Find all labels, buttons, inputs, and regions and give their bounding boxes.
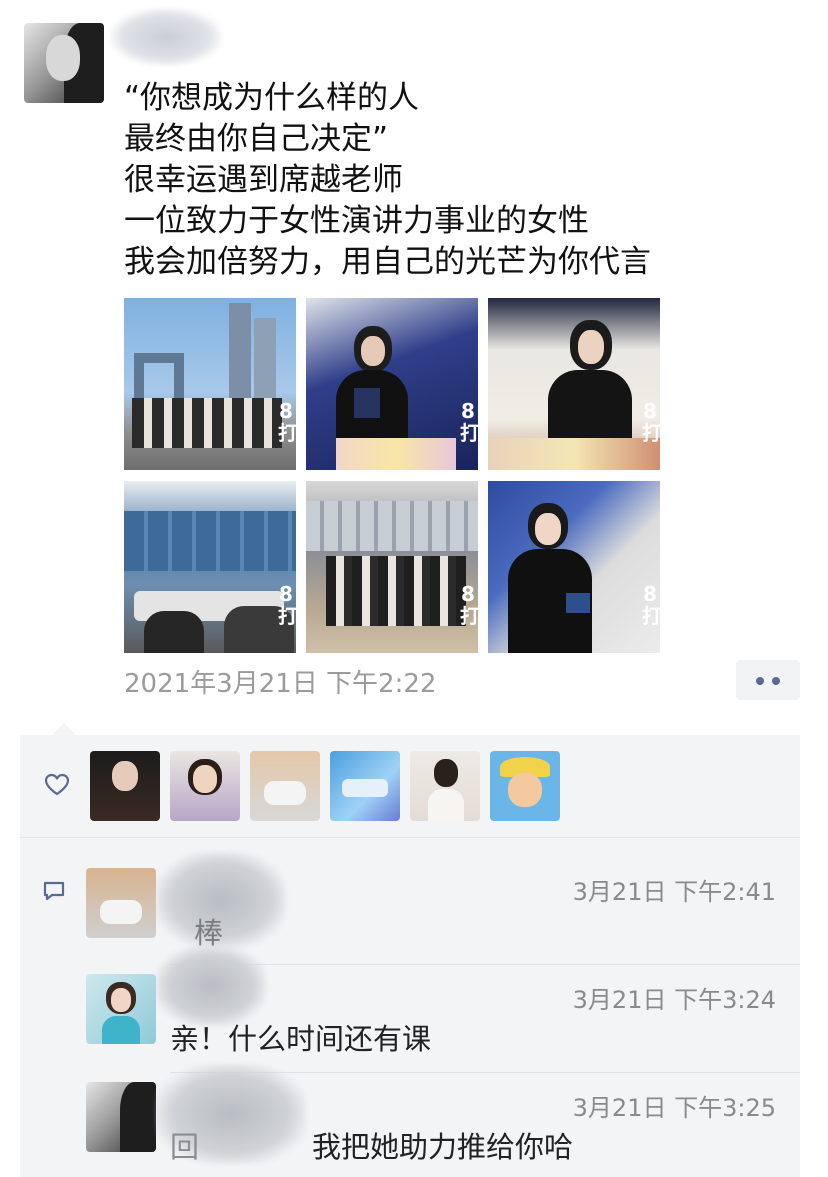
watermark-tag: 8 打	[642, 399, 660, 445]
book-shape	[354, 388, 380, 418]
comment-icon	[43, 881, 65, 901]
woman-presenting-photo[interactable]: 8 打	[306, 298, 478, 470]
comment-item[interactable]: 3月21日 下午3:25 回 我把她助力推给你哈	[86, 1064, 800, 1177]
heart-icon	[44, 773, 70, 796]
comment-item[interactable]: 3月21日 下午3:24 亲！什么时间还有课	[86, 946, 800, 1074]
commenter-avatar[interactable]	[86, 868, 156, 938]
watermark-tag: 8 打	[460, 399, 478, 445]
post-text-line: 最终由你自己决定”	[124, 121, 389, 157]
post-text-line: “你想成为什么样的人	[124, 80, 420, 116]
meeting-room-photo[interactable]: 8 打	[124, 481, 296, 653]
like-avatar-3[interactable]	[250, 751, 320, 821]
avatar-hair	[120, 1082, 156, 1152]
avatar-mask	[100, 900, 142, 924]
avatar-body	[428, 789, 464, 821]
watermark-tag: 8 打	[460, 582, 478, 628]
comment-time: 3月21日 下午3:24	[572, 986, 776, 1014]
table-shape	[488, 438, 660, 470]
windows-shape	[306, 501, 478, 551]
avatar-face	[111, 988, 131, 1012]
more-dot-icon	[756, 677, 764, 685]
people-row-shape	[326, 556, 466, 626]
avatar-face	[193, 765, 217, 793]
windows-shape	[124, 511, 296, 571]
commenter-avatar[interactable]	[86, 1082, 156, 1152]
avatar-graphic	[342, 779, 388, 797]
like-avatar-1[interactable]	[90, 751, 160, 821]
post-text-line: 一位致力于女性演讲力事业的女性	[124, 203, 589, 239]
person-body-shape	[548, 370, 632, 445]
commenter-name-redacted	[156, 946, 266, 1026]
avatar-hair	[434, 759, 458, 787]
avatar-face	[508, 773, 542, 807]
comment-time: 3月21日 下午3:25	[572, 1094, 776, 1122]
comment-text-partial: 回	[170, 1130, 200, 1164]
watermark-tag: 8 打	[278, 399, 296, 445]
likes-panel	[20, 735, 800, 837]
watermark-tag: 8 打	[278, 582, 296, 628]
panel-arrow	[52, 723, 76, 735]
person-face-shape	[578, 330, 604, 364]
post-text-line: 很幸运遇到席越老师	[124, 162, 403, 198]
more-actions-button[interactable]	[736, 660, 800, 700]
avatar-face	[46, 35, 80, 81]
author-name-redacted	[110, 8, 222, 66]
comment-text: 亲！什么时间还有课	[170, 1022, 432, 1056]
like-avatar-2[interactable]	[170, 751, 240, 821]
avatar-body	[102, 1016, 140, 1044]
commenter-avatar[interactable]	[86, 974, 156, 1044]
like-avatar-4[interactable]	[330, 751, 400, 821]
flowers-shape	[336, 438, 456, 470]
comments-panel: 3月21日 下午2:41 棒 3月21日 下午3:24 亲！什么时间还有课 3月…	[20, 838, 800, 1177]
avatar-face	[112, 761, 138, 791]
audience-applauding-photo[interactable]: 8 打	[488, 298, 660, 470]
post-text-line: 我会加倍努力，用自己的光芒为你代言	[124, 244, 651, 280]
avatar-mask	[264, 781, 306, 805]
person-face-shape	[361, 336, 385, 366]
people-row-shape	[132, 398, 282, 448]
photo-grid: 8 打 8 打 8 打 8 打 8 打 8 打	[124, 298, 660, 653]
person-shape	[144, 611, 204, 653]
person-face-shape	[535, 513, 561, 545]
post-timestamp: 2021年3月21日 下午2:22	[124, 669, 437, 699]
woman-speaking-photo[interactable]: 8 打	[488, 481, 660, 653]
like-avatar-5[interactable]	[410, 751, 480, 821]
comment-text: 我把她助力推给你哈	[312, 1130, 574, 1164]
comment-time: 3月21日 下午2:41	[572, 878, 776, 906]
book-shape	[566, 593, 590, 613]
like-avatar-6[interactable]	[490, 751, 560, 821]
watermark-tag: 8 打	[642, 582, 660, 628]
group-photo-cctv-tower[interactable]: 8 打	[124, 298, 296, 470]
post-author-avatar[interactable]	[24, 23, 104, 103]
group-standing-photo[interactable]: 8 打	[306, 481, 478, 653]
post-text: “你想成为什么样的人 最终由你自己决定” 很幸运遇到席越老师 一位致力于女性演讲…	[124, 78, 784, 283]
more-dot-icon	[772, 677, 780, 685]
